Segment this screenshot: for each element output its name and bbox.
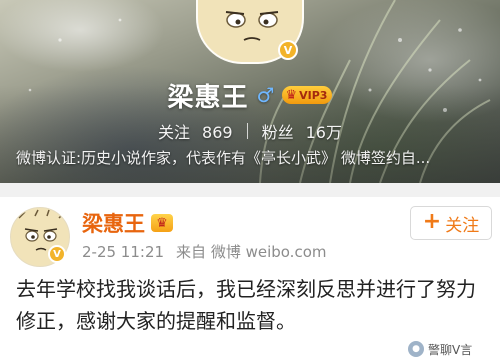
post-author-row: 梁惠王 ♛ <box>82 209 173 237</box>
watermark-logo-icon: ● <box>408 341 424 357</box>
male-icon: ♂ <box>256 83 275 107</box>
fans-stat[interactable]: 粉丝 16万 <box>262 119 342 143</box>
post-source: 来自 微博 weibo.com <box>176 243 327 261</box>
post-card: V 梁惠王 ♛ 2-25 11:21 来自 微博 weibo.com + 关注 去… <box>0 197 500 364</box>
post-content: 去年学校找我谈话后，我已经深刻反思并进行了努力修正，感谢大家的提醒和监督。 <box>16 277 476 333</box>
section-divider <box>0 183 500 197</box>
following-stat[interactable]: 关注 869 <box>158 119 233 143</box>
fans-label: 粉丝 <box>261 123 294 142</box>
crown-icon: ♛ <box>285 87 298 103</box>
following-count: 869 <box>202 123 233 142</box>
vip-badge[interactable]: ♛ VIP3 <box>282 86 333 104</box>
profile-name-row: 梁惠王 ♂ ♛ VIP3 <box>0 78 500 113</box>
certification-text: 微博认证:历史小说作家，代表作有《亭长小武》 微博签约自... <box>16 149 431 167</box>
profile-name: 梁惠王 <box>167 82 249 113</box>
verified-badge-icon: V <box>48 245 66 263</box>
vip-label: VIP3 <box>299 88 328 102</box>
watermark: ● 警聊V言 <box>408 340 472 358</box>
stats-row: 关注 869 粉丝 16万 <box>0 119 500 143</box>
follow-label: 关注 <box>445 215 480 236</box>
post-meta: 2-25 11:21 来自 微博 weibo.com <box>82 241 327 261</box>
follow-button[interactable]: + 关注 <box>410 206 492 240</box>
plus-icon: + <box>422 209 442 234</box>
stat-divider <box>246 123 248 139</box>
post-author-name[interactable]: 梁惠王 <box>82 208 145 238</box>
crown-icon: ♛ <box>151 214 173 232</box>
post-timestamp: 2-25 11:21 <box>82 243 165 261</box>
verified-badge-icon: V <box>278 40 298 60</box>
fans-count: 16万 <box>305 123 342 142</box>
watermark-text: 警聊V言 <box>428 342 473 357</box>
profile-header: V 梁惠王 ♂ ♛ VIP3 关注 869 粉丝 16万 微博认证:历史小说作家，代… <box>0 0 500 183</box>
following-label: 关注 <box>158 123 191 142</box>
